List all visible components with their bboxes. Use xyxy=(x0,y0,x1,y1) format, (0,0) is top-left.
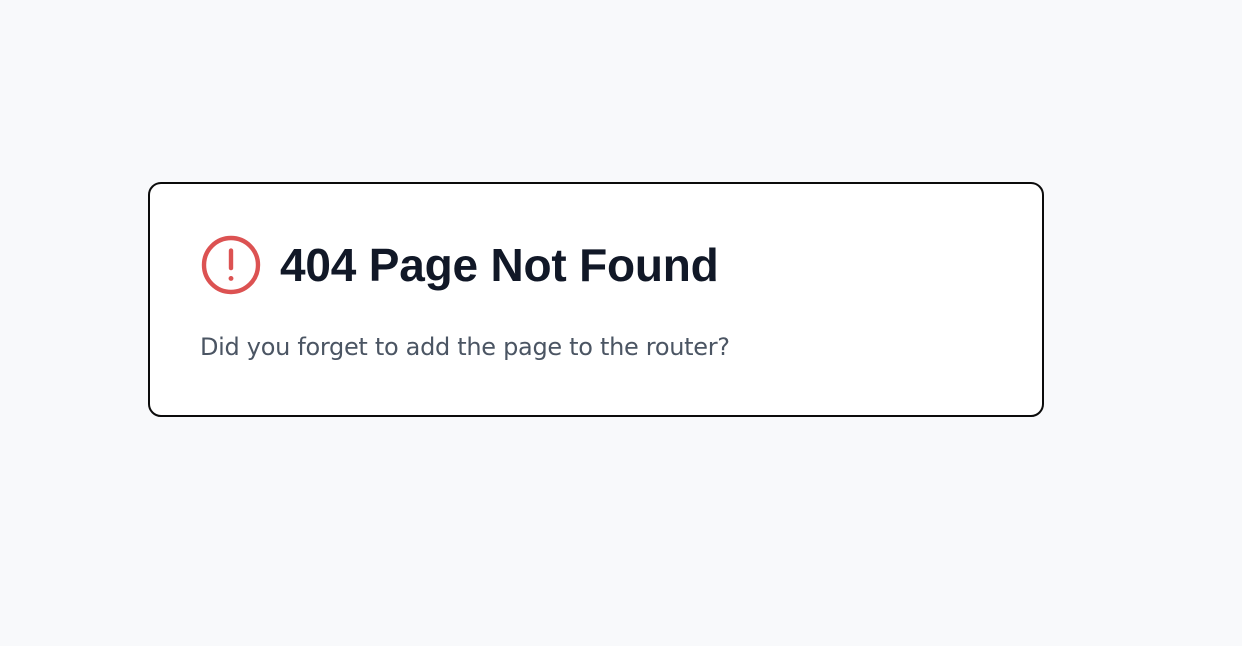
page-background: 404 Page Not Found Did you forget to add… xyxy=(0,0,1242,646)
error-message: Did you forget to add the page to the ro… xyxy=(200,333,730,361)
error-heading-row: 404 Page Not Found xyxy=(200,234,719,296)
page-title: 404 Page Not Found xyxy=(280,239,719,291)
alert-circle-icon xyxy=(200,234,262,296)
error-card: 404 Page Not Found Did you forget to add… xyxy=(148,182,1044,417)
